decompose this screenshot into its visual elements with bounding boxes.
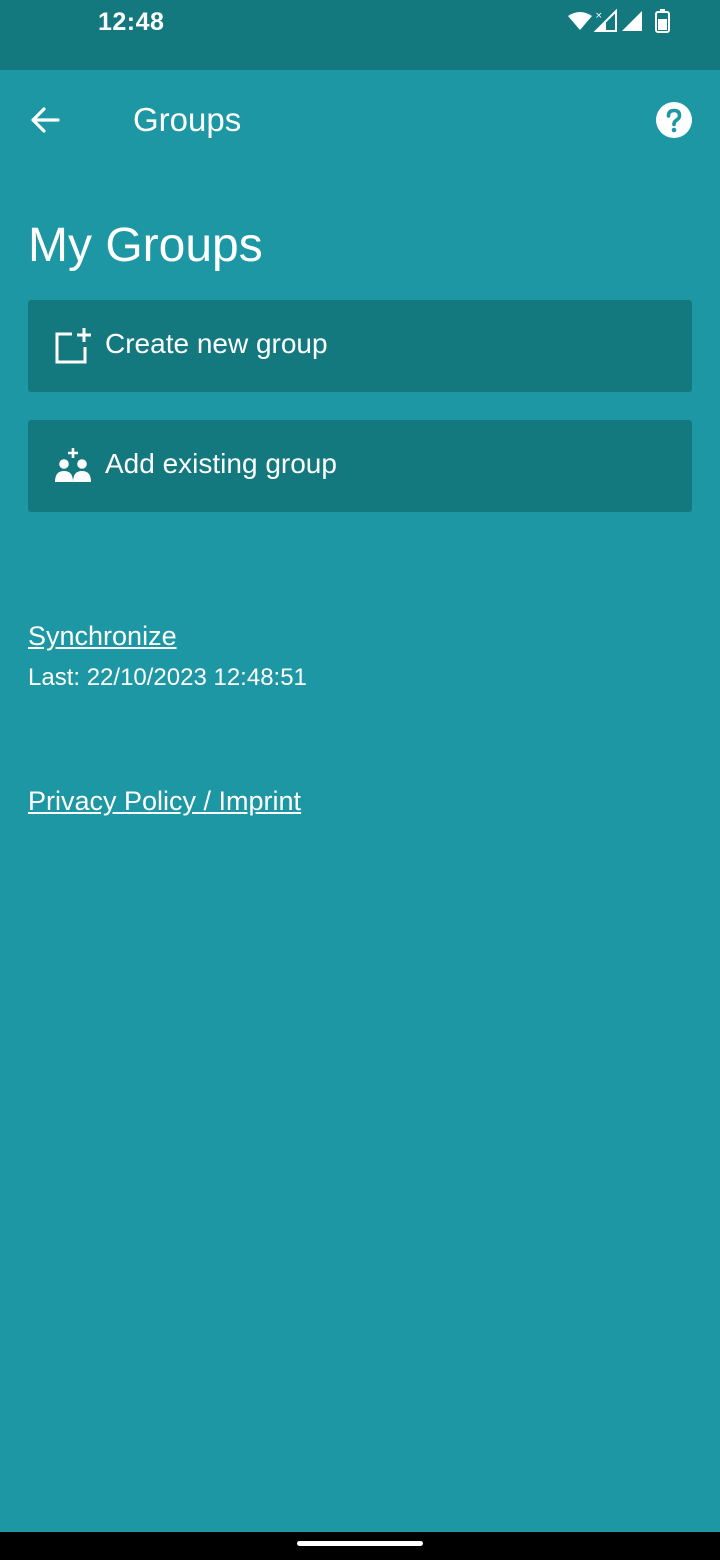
no-data-icon: × [595, 11, 603, 21]
status-icons: × [568, 8, 670, 33]
help-button[interactable] [655, 101, 693, 139]
help-circle-icon [656, 102, 692, 138]
wifi-icon [568, 12, 592, 30]
app-bar: Groups [0, 70, 720, 170]
group-add-icon [55, 448, 91, 482]
navigation-bar [0, 1532, 720, 1560]
privacy-policy-link[interactable]: Privacy Policy / Imprint [28, 783, 301, 819]
add-existing-group-button[interactable]: Add existing group [28, 420, 692, 512]
add-existing-group-label: Add existing group [105, 448, 337, 479]
last-sync-timestamp: Last: 22/10/2023 12:48:51 [28, 664, 307, 691]
create-new-group-button[interactable]: Create new group [28, 300, 692, 392]
cell-signal-icon-2 [622, 11, 642, 31]
status-time: 12:48 [98, 8, 165, 36]
home-handle[interactable] [297, 1541, 423, 1546]
page-title: Groups [133, 101, 242, 138]
synchronize-link[interactable]: Synchronize [28, 618, 177, 654]
create-new-group-label: Create new group [105, 328, 328, 359]
section-title: My Groups [28, 219, 263, 272]
status-bar: 12:48 × [0, 0, 720, 70]
arrow-left-icon [31, 107, 60, 133]
add-box-icon [55, 328, 91, 364]
back-button[interactable] [22, 98, 68, 144]
